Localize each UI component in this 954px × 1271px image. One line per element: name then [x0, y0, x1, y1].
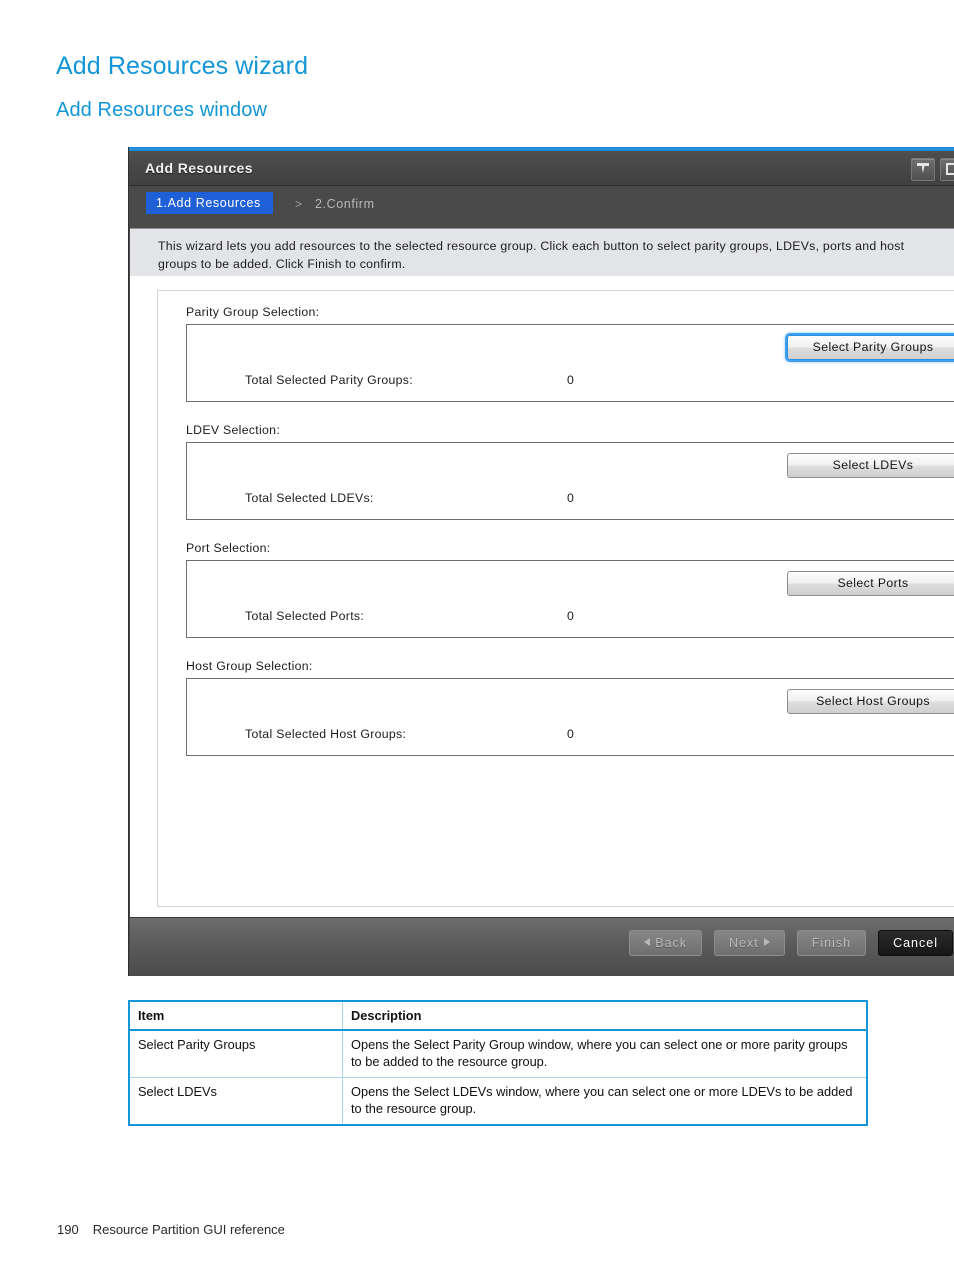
select-parity-groups-button[interactable]: Select Parity Groups	[787, 335, 954, 360]
add-resources-dialog: Add Resources 1.Add Resources > 2.Confir…	[128, 147, 954, 976]
page-number: 190	[57, 1222, 79, 1237]
total-selected-ldevs-value: 0	[567, 491, 574, 505]
port-selection-box: Select Ports Total Selected Ports: 0	[186, 560, 954, 638]
step-add-resources[interactable]: 1.Add Resources	[146, 192, 273, 214]
cell-description: Opens the Select Parity Group window, wh…	[342, 1029, 868, 1078]
total-selected-parity-groups-label: Total Selected Parity Groups:	[245, 373, 413, 387]
dialog-body: Parity Group Selection: Select Parity Gr…	[130, 276, 954, 917]
next-button-label: Next	[729, 936, 759, 950]
back-button[interactable]: Back	[629, 930, 703, 956]
total-selected-ldevs-label: Total Selected LDEVs:	[245, 491, 374, 505]
select-host-groups-button[interactable]: Select Host Groups	[787, 689, 954, 714]
parity-group-selection-section: Parity Group Selection: Select Parity Gr…	[186, 305, 954, 402]
total-selected-ports-label: Total Selected Ports:	[245, 609, 365, 623]
total-selected-host-groups-value: 0	[567, 727, 574, 741]
select-ldevs-button[interactable]: Select LDEVs	[787, 453, 954, 478]
total-selected-parity-groups-value: 0	[567, 373, 574, 387]
back-button-label: Back	[655, 936, 688, 950]
cell-description: Opens the Select LDEVs window, where you…	[342, 1077, 868, 1126]
selection-panel: Parity Group Selection: Select Parity Gr…	[157, 290, 954, 907]
wizard-nav-buttons: Back Next Finish Cancel	[629, 930, 953, 956]
cancel-button[interactable]: Cancel	[878, 930, 953, 956]
parity-group-selection-box: Select Parity Groups Total Selected Pari…	[186, 324, 954, 402]
host-group-selection-section: Host Group Selection: Select Host Groups…	[186, 659, 954, 756]
port-selection-label: Port Selection:	[186, 541, 271, 555]
host-group-selection-box: Select Host Groups Total Selected Host G…	[186, 678, 954, 756]
select-ports-button[interactable]: Select Ports	[787, 571, 954, 596]
cell-item: Select LDEVs	[128, 1077, 343, 1126]
dialog-footer: Back Next Finish Cancel	[130, 917, 954, 976]
page-footer-text: Resource Partition GUI reference	[92, 1222, 285, 1237]
pin-icon	[917, 163, 929, 173]
page-footer: 190 Resource Partition GUI reference	[57, 1222, 285, 1237]
ldev-selection-box: Select LDEVs Total Selected LDEVs: 0	[186, 442, 954, 520]
total-selected-ports-value: 0	[567, 609, 574, 623]
parity-group-selection-label: Parity Group Selection:	[186, 305, 320, 319]
column-header-item: Item	[128, 1000, 343, 1031]
ldev-selection-section: LDEV Selection: Select LDEVs Total Selec…	[186, 423, 954, 520]
window-controls	[911, 158, 954, 181]
arrow-left-icon	[644, 938, 651, 946]
dialog-title-bar: Add Resources	[129, 151, 954, 186]
dialog-description: This wizard lets you add resources to th…	[130, 228, 954, 276]
column-header-description: Description	[342, 1000, 868, 1031]
wizard-steps: 1.Add Resources > 2.Confirm	[129, 186, 954, 223]
ldev-selection-label: LDEV Selection:	[186, 423, 281, 437]
table-header-row: Item Description	[128, 1000, 868, 1031]
arrow-right-icon	[763, 938, 770, 946]
step-separator-icon: >	[295, 197, 303, 211]
cell-item: Select Parity Groups	[128, 1029, 343, 1078]
step-confirm[interactable]: 2.Confirm	[315, 197, 375, 211]
page-subtitle: Add Resources window	[56, 99, 267, 121]
port-selection-section: Port Selection: Select Ports Total Selec…	[186, 541, 954, 638]
host-group-selection-label: Host Group Selection:	[186, 659, 313, 673]
total-selected-host-groups-label: Total Selected Host Groups:	[245, 727, 407, 741]
maximize-icon	[946, 163, 954, 175]
reference-table: Item Description Select Parity Groups Op…	[128, 1000, 868, 1126]
dialog-description-text: This wizard lets you add resources to th…	[158, 239, 905, 271]
finish-button[interactable]: Finish	[796, 930, 867, 956]
table-row: Select LDEVs Opens the Select LDEVs wind…	[128, 1077, 868, 1126]
table-row: Select Parity Groups Opens the Select Pa…	[128, 1029, 868, 1078]
pin-button[interactable]	[911, 158, 935, 181]
dialog-title: Add Resources	[145, 160, 253, 176]
next-button[interactable]: Next	[714, 930, 785, 956]
page-title: Add Resources wizard	[56, 52, 309, 80]
maximize-button[interactable]	[940, 158, 954, 181]
